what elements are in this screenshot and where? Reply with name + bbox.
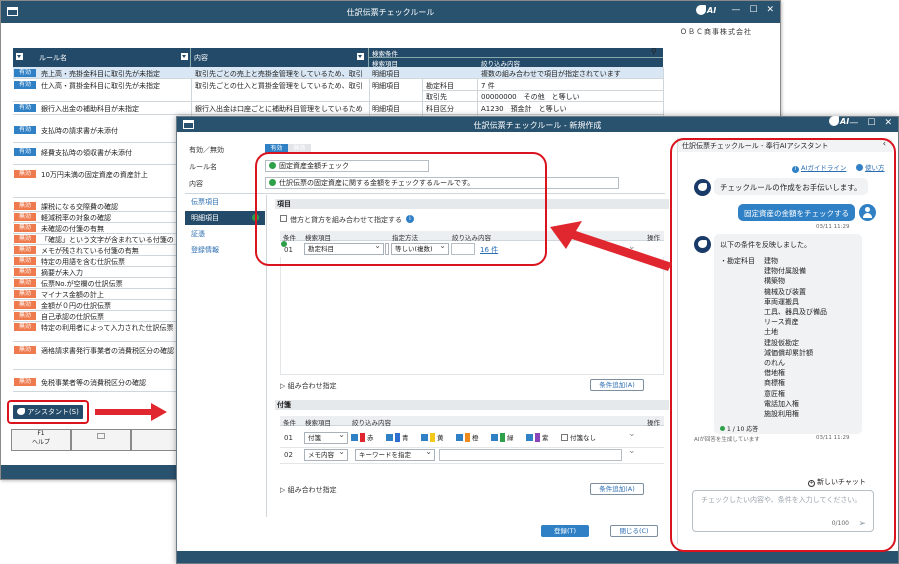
status-bar (177, 551, 898, 563)
nav-registration-info[interactable]: 登録情報 (185, 243, 265, 257)
fusen-yellow-checkbox[interactable]: 黄 (421, 433, 444, 444)
maximize-icon[interactable]: ☐ (749, 5, 757, 15)
rule-name-label: ルール名 (189, 163, 217, 171)
arrow-left-icon (550, 221, 672, 271)
rule-name-cell[interactable]: 10万円未満の固定資産の資産計上 (41, 170, 148, 180)
filter-dropdown-icon[interactable] (357, 53, 364, 60)
add-condition-button[interactable]: 条件追加(A) (590, 379, 644, 391)
filter-dropdown-icon[interactable] (181, 53, 188, 60)
content-label: 内容 (189, 180, 203, 188)
status-badge: 有効 (14, 69, 36, 77)
search-item-cell: 明細項目 (372, 105, 400, 113)
status-badge: 無効 (14, 202, 36, 210)
new-rule-title: 仕訳伝票チェックルール - 新規作成 (473, 121, 602, 130)
search-icon[interactable]: ⚲ (651, 47, 657, 56)
maximize-icon[interactable]: ☐ (867, 118, 875, 128)
status-badge: 無効 (14, 213, 36, 221)
enable-label: 有効／無効 (189, 146, 224, 154)
fusen-purple-checkbox[interactable]: 紫 (526, 433, 549, 444)
fusen-green-checkbox[interactable]: 緑 (491, 433, 514, 444)
rule-list-title: 仕訳伝票チェックルール (346, 8, 435, 17)
fusen-red-checkbox[interactable]: 赤 (351, 433, 374, 444)
keyword-method-select[interactable]: キーワードを指定 (355, 447, 435, 461)
rule-name-cell[interactable]: 支払時の請求書が未添付 (41, 126, 118, 136)
filter-dropdown-icon[interactable] (16, 53, 23, 60)
fusen-row-number: 01 (284, 434, 293, 442)
status-badge: 有効 (14, 148, 36, 156)
col-search-condition: 検索条件 検索項目 絞り込み内容 (369, 48, 663, 68)
col-content[interactable]: 内容 (191, 48, 369, 67)
rule-table-header: ルール名 内容 検索条件 検索項目 絞り込み内容 (13, 48, 663, 68)
fusen-add-condition-button[interactable]: 条件追加(A) (590, 483, 644, 495)
status-badge: 無効 (14, 257, 36, 265)
status-badge: 無効 (14, 301, 36, 309)
arrow-right-icon (95, 403, 167, 421)
minimize-icon[interactable]: — (731, 5, 740, 15)
fkey-button[interactable] (71, 429, 131, 451)
rule-name-cell[interactable]: 特定の利用者によって入力された仕訳伝票 (41, 323, 175, 333)
rule-content-cell: 銀行入出金は口座ごとに補助科目管理をしているため (195, 105, 363, 113)
new-rule-titlebar: 仕訳伝票チェックルール - 新規作成 — ☐ ✕ (177, 117, 898, 132)
status-badge: 有効 (14, 81, 36, 89)
keyword-input[interactable] (439, 449, 622, 461)
status-badge: 無効 (14, 268, 36, 276)
close-icon[interactable]: ✕ (884, 118, 892, 128)
highlight-frame (670, 138, 896, 552)
rule-name-cell[interactable]: 銀行入出金の補助科目が未指定 (41, 104, 139, 114)
rule-name-cell[interactable]: 適格請求書発行事業者の消費税区分の確認 (41, 346, 175, 356)
status-badge: 無効 (14, 224, 36, 232)
nav-evidence[interactable]: 証憑 (185, 227, 265, 241)
highlight-frame (255, 152, 547, 266)
status-badge: 無効 (14, 170, 36, 178)
rule-name-cell[interactable]: 経費支払時の領収書が未添付 (41, 148, 132, 158)
nav-detail-items[interactable]: 明細項目 (185, 211, 265, 225)
search-sub-cell: 科目区分 (426, 105, 454, 113)
rule-list-titlebar: 仕訳伝票チェックルール AI — ☐ ✕ (1, 1, 780, 23)
row-menu-chevron-icon[interactable]: ⌄ (628, 446, 636, 456)
rule-name-cell[interactable]: 免税事業者等の消費税区分の確認 (41, 378, 146, 388)
close-button[interactable]: 閉じる(C) (610, 525, 658, 537)
status-badge: 無効 (14, 290, 36, 298)
company-name: ＯＢＣ商事株式会社 (680, 28, 752, 36)
fusen-orange-checkbox[interactable]: 橙 (456, 433, 479, 444)
status-badge: 無効 (14, 279, 36, 287)
status-badge: 有効 (14, 104, 36, 112)
memo-item-select[interactable]: メモ内容 (304, 447, 348, 461)
fusen-blue-checkbox[interactable]: 青 (386, 433, 409, 444)
status-badge: 無効 (14, 378, 36, 386)
status-badge: 無効 (14, 235, 36, 243)
help-fkey-button[interactable]: F1 ヘルプ (11, 429, 71, 451)
fusen-section-header: 付箋 (275, 400, 669, 410)
nav-slip-items[interactable]: 伝票項目 (185, 195, 265, 209)
close-icon[interactable]: ✕ (766, 5, 774, 15)
ai-logo-icon: AI (696, 5, 718, 19)
status-badge: 無効 (14, 312, 36, 320)
fusen-item-select[interactable]: 付箋 (304, 430, 348, 444)
filter-cell: A1230 預金計 と等しい (481, 105, 567, 113)
col-rule-name[interactable]: ルール名 (13, 48, 191, 67)
row-menu-chevron-icon[interactable]: ⌄ (628, 429, 636, 439)
status-badge: 有効 (14, 126, 36, 134)
ai-logo-icon: AI (829, 116, 851, 130)
rule-content-cell: 取引先ごとの仕入と買掛金管理をしているため、取引 (195, 82, 363, 90)
rule-name-cell[interactable]: 仕入高・買掛金科目に取引先が未指定 (41, 81, 160, 91)
fusen-combine-toggle[interactable]: ▷ 組み合わせ指定 (280, 485, 337, 495)
highlight-frame (7, 400, 89, 424)
no-fusen-checkbox[interactable]: 付箋なし (561, 433, 596, 444)
search-item-cell: 明細項目 (372, 82, 400, 90)
fusen-row-number: 02 (284, 451, 293, 459)
status-badge: 無効 (14, 323, 36, 331)
fusen-column-header: 条件 検索項目 絞り込み内容 操作 (280, 416, 664, 427)
status-badge: 無効 (14, 346, 36, 354)
register-button[interactable]: 登録(T) (541, 525, 589, 537)
status-badge: 無効 (14, 246, 36, 254)
combine-spec-toggle[interactable]: ▷ 組み合わせ指定 (280, 381, 337, 391)
